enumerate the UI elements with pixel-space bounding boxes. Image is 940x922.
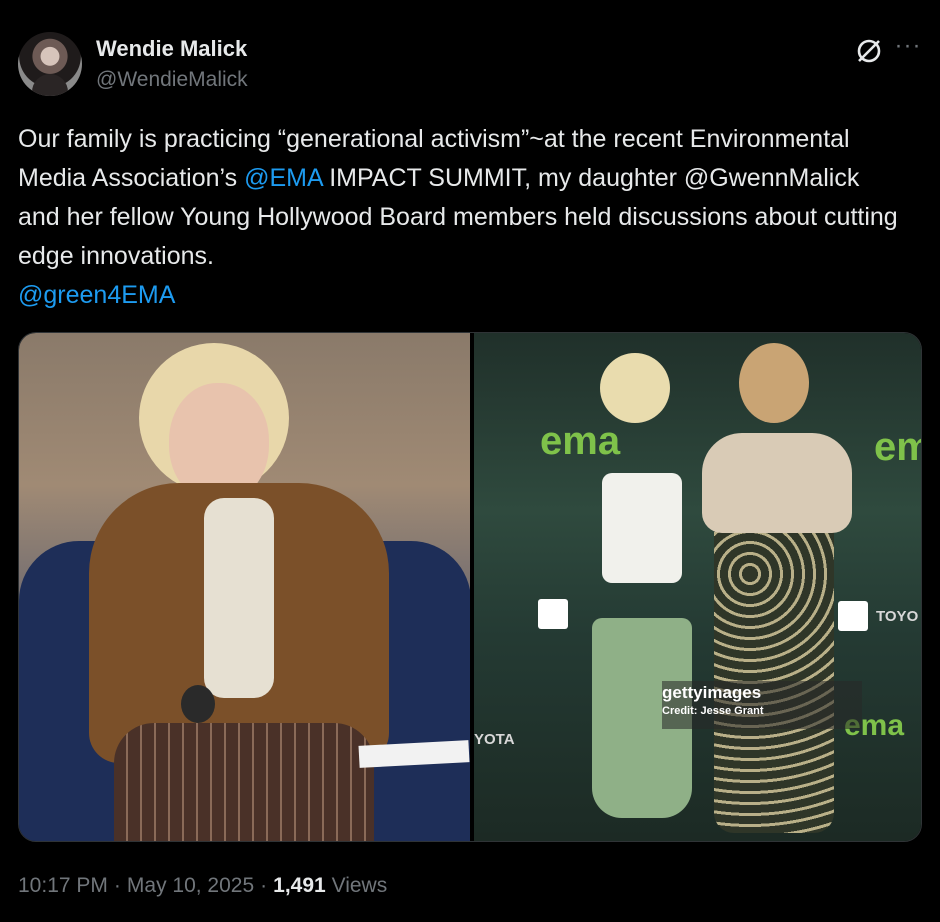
girl-top bbox=[602, 473, 682, 583]
tweet-time[interactable]: 10:17 PM bbox=[18, 874, 108, 898]
tweet-meta: 10:17 PM · May 10, 2025 · 1,491 Views bbox=[18, 874, 387, 898]
woman-hair bbox=[739, 343, 809, 423]
mention-green4ema[interactable]: @green4EMA bbox=[18, 281, 175, 309]
photo-left[interactable] bbox=[19, 333, 470, 841]
girl-hair bbox=[600, 353, 670, 423]
ema-logo-right: ema bbox=[874, 425, 921, 469]
shirt bbox=[204, 498, 274, 698]
separator: · bbox=[260, 874, 268, 897]
views-count[interactable]: 1,491 bbox=[273, 874, 326, 897]
author-handle[interactable]: @WendieMalick bbox=[96, 68, 248, 92]
woman-sweater bbox=[702, 433, 852, 533]
tweet-header: Wendie Malick @WendieMalick ··· bbox=[18, 32, 922, 100]
tweet-text: Our family is practicing “generational a… bbox=[18, 120, 898, 315]
views-label[interactable]: Views bbox=[332, 874, 388, 897]
getty-watermark: gettyimages Credit: Jesse Grant bbox=[662, 681, 862, 729]
more-icon[interactable]: ··· bbox=[894, 34, 922, 64]
watermark-credit: Credit: Jesse Grant bbox=[662, 705, 764, 717]
photo-right[interactable]: ema ema ema TOYO YOTA gettyimages Credit… bbox=[474, 333, 921, 841]
mention-ema[interactable]: @EMA bbox=[244, 164, 322, 192]
sponsor-text-left: YOTA bbox=[474, 731, 515, 748]
watermark-brand: gettyimages bbox=[662, 683, 762, 702]
tweet-date[interactable]: May 10, 2025 bbox=[127, 874, 254, 898]
pants bbox=[114, 723, 374, 841]
grok-icon[interactable] bbox=[854, 36, 884, 66]
media-grid: ema ema ema TOYO YOTA gettyimages Credit… bbox=[18, 332, 922, 842]
sponsor-text-right: TOYO bbox=[876, 608, 919, 625]
separator: · bbox=[113, 874, 121, 897]
person-woman bbox=[694, 343, 854, 833]
author-name[interactable]: Wendie Malick bbox=[96, 36, 247, 62]
avatar[interactable] bbox=[18, 32, 82, 96]
person-girl bbox=[564, 353, 704, 833]
microphone bbox=[181, 685, 215, 723]
